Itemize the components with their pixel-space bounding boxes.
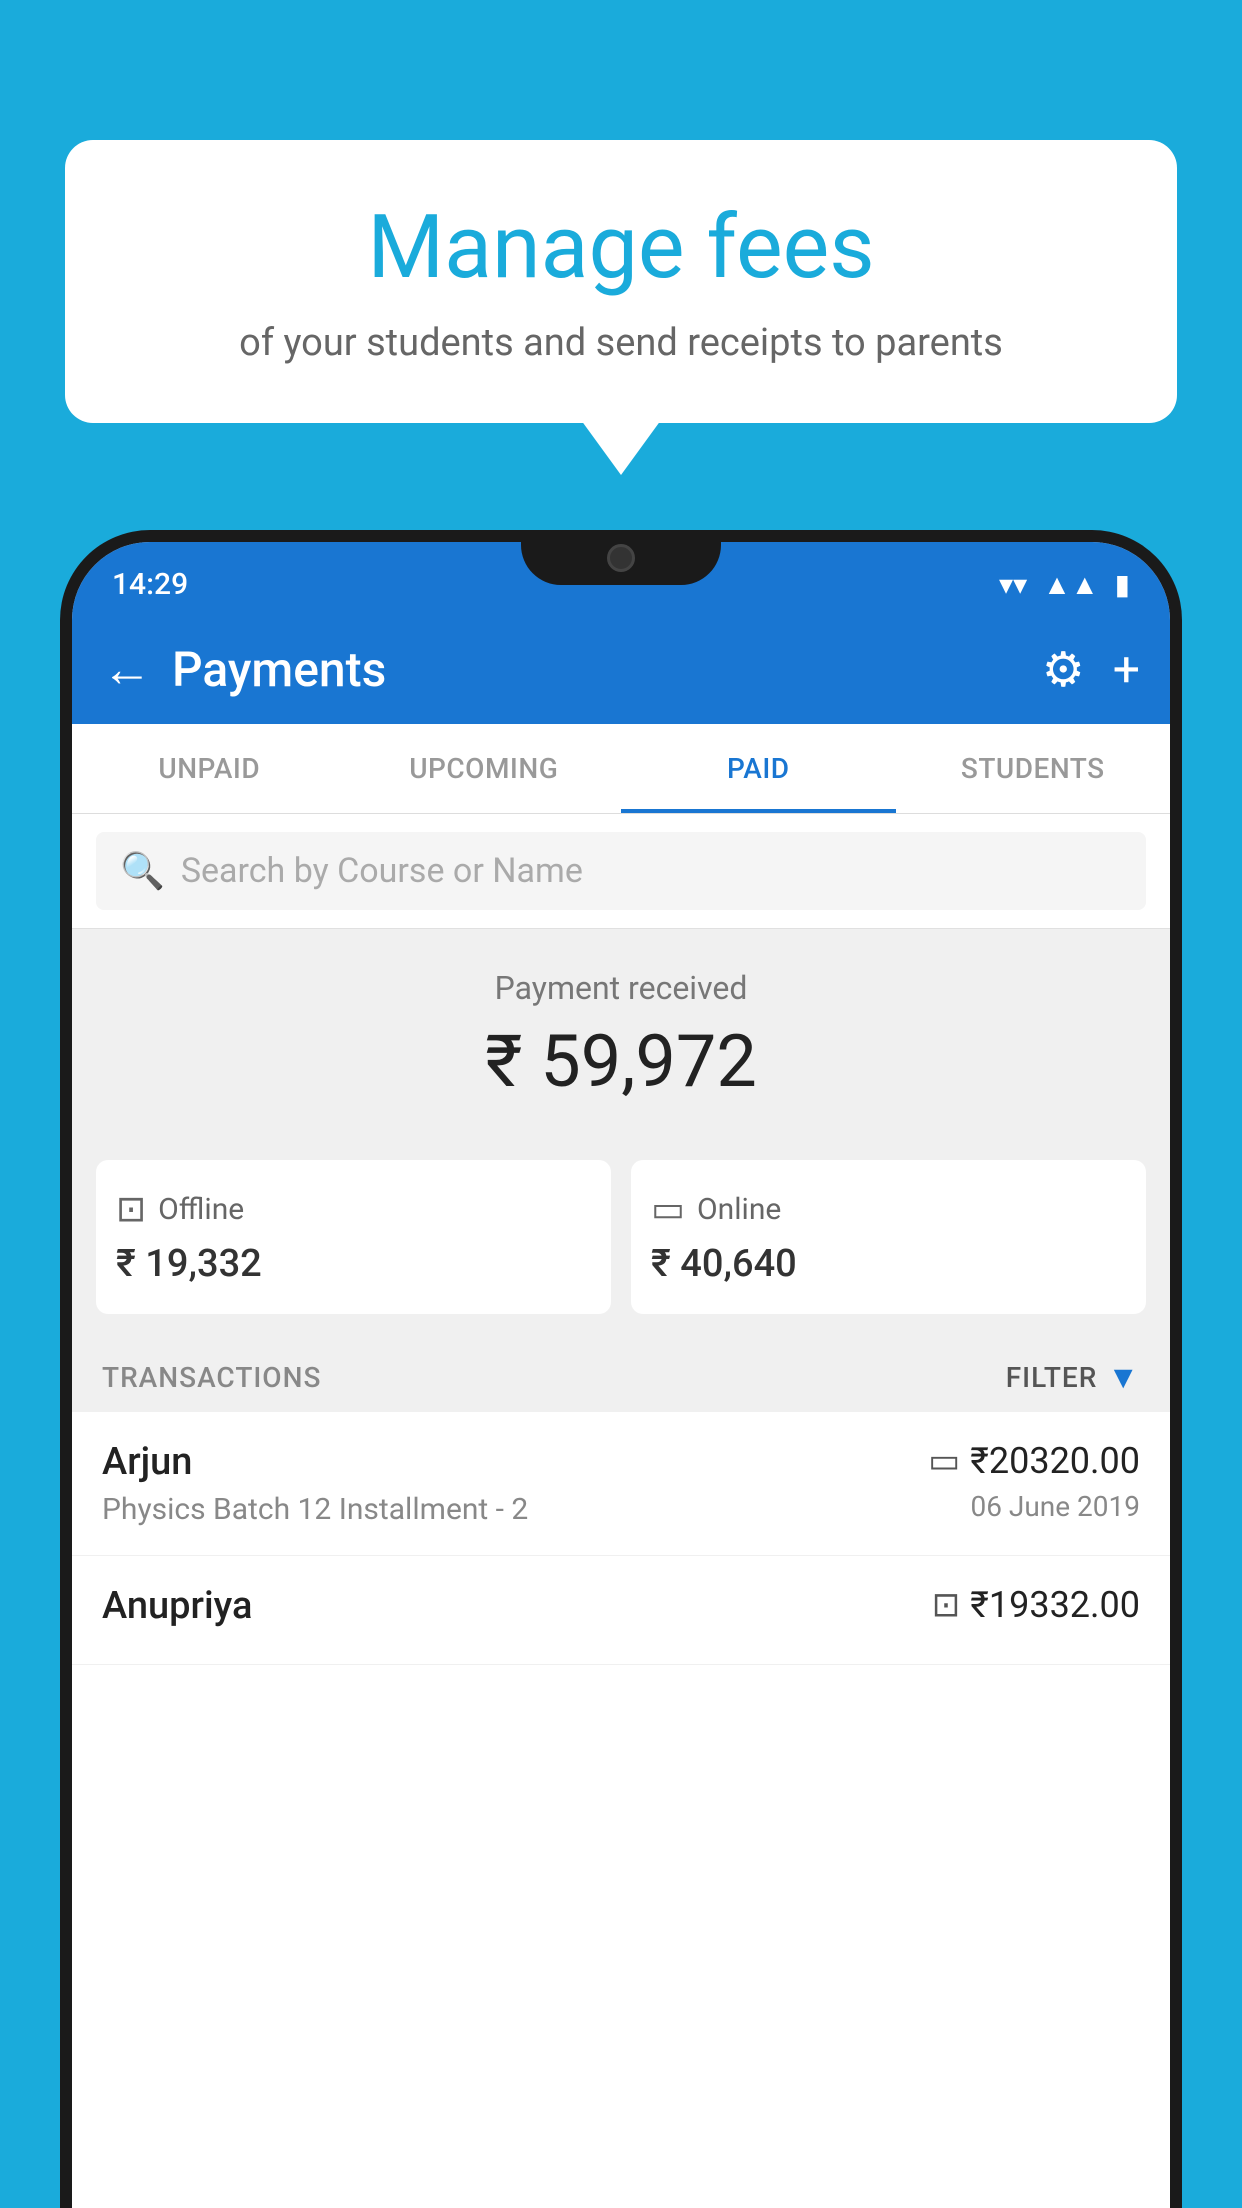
plus-icon[interactable]: + (1113, 641, 1140, 698)
transaction-amount: ₹19332.00 (970, 1584, 1140, 1626)
transaction-date: 06 June 2019 (928, 1490, 1140, 1523)
transaction-list: Arjun Physics Batch 12 Installment - 2 ▭… (72, 1412, 1170, 2208)
card-payment-icon: ▭ (928, 1441, 960, 1481)
phone-screen: 14:29 ▾▾ ▲▲ ▮ ← Payments ⚙ + UNPAID UPCO… (72, 542, 1170, 2208)
transaction-name: Anupriya (102, 1584, 932, 1628)
search-container: 🔍 Search by Course or Name (72, 814, 1170, 929)
filter-button[interactable]: FILTER ▼ (1006, 1358, 1140, 1396)
speech-bubble: Manage fees of your students and send re… (65, 140, 1177, 423)
payment-received-label: Payment received (96, 969, 1146, 1007)
app-title: Payments (172, 641, 1042, 698)
transaction-amount: ₹20320.00 (970, 1440, 1140, 1482)
online-icon: ▭ (651, 1188, 685, 1230)
status-time: 14:29 (112, 567, 188, 602)
filter-icon: ▼ (1107, 1358, 1140, 1396)
payment-cards: ⊡ Offline ₹ 19,332 ▭ Online ₹ 40,640 (72, 1160, 1170, 1342)
payment-total-amount: ₹ 59,972 (96, 1019, 1146, 1104)
transactions-label: TRANSACTIONS (102, 1361, 321, 1394)
phone-frame: 14:29 ▾▾ ▲▲ ▮ ← Payments ⚙ + UNPAID UPCO… (60, 530, 1182, 2208)
online-card: ▭ Online ₹ 40,640 (631, 1160, 1146, 1314)
app-bar-actions: ⚙ + (1042, 641, 1140, 698)
wifi-icon: ▾▾ (999, 568, 1027, 601)
transactions-header: TRANSACTIONS FILTER ▼ (72, 1342, 1170, 1412)
phone-camera (607, 544, 635, 572)
offline-amount: ₹ 19,332 (116, 1242, 591, 1286)
status-icons: ▾▾ ▲▲ ▮ (999, 568, 1130, 601)
online-label: Online (697, 1192, 781, 1227)
payment-summary: Payment received ₹ 59,972 (72, 929, 1170, 1160)
online-amount: ₹ 40,640 (651, 1242, 1126, 1286)
search-bar[interactable]: 🔍 Search by Course or Name (96, 832, 1146, 910)
transaction-course: Physics Batch 12 Installment - 2 (102, 1492, 928, 1527)
app-bar: ← Payments ⚙ + (72, 614, 1170, 724)
search-icon: 🔍 (120, 850, 165, 892)
tab-bar: UNPAID UPCOMING PAID STUDENTS (72, 724, 1170, 814)
filter-label: FILTER (1006, 1361, 1098, 1394)
table-row[interactable]: Anupriya ⊡ ₹19332.00 (72, 1556, 1170, 1665)
phone-notch (521, 530, 721, 585)
tab-unpaid[interactable]: UNPAID (72, 724, 347, 813)
gear-icon[interactable]: ⚙ (1042, 641, 1085, 698)
tab-students[interactable]: STUDENTS (896, 724, 1171, 813)
search-placeholder: Search by Course or Name (181, 851, 583, 891)
offline-icon: ⊡ (116, 1188, 146, 1230)
back-button[interactable]: ← (102, 640, 152, 699)
transaction-name: Arjun (102, 1440, 928, 1484)
tab-paid[interactable]: PAID (621, 724, 896, 813)
bubble-subtitle: of your students and send receipts to pa… (115, 319, 1127, 368)
cash-payment-icon: ⊡ (932, 1585, 961, 1625)
battery-icon: ▮ (1115, 568, 1130, 601)
offline-label: Offline (158, 1192, 244, 1227)
tab-upcoming[interactable]: UPCOMING (347, 724, 622, 813)
table-row[interactable]: Arjun Physics Batch 12 Installment - 2 ▭… (72, 1412, 1170, 1556)
bubble-title: Manage fees (115, 200, 1127, 297)
signal-icon: ▲▲ (1043, 568, 1098, 601)
offline-card: ⊡ Offline ₹ 19,332 (96, 1160, 611, 1314)
main-content: 🔍 Search by Course or Name Payment recei… (72, 814, 1170, 2208)
